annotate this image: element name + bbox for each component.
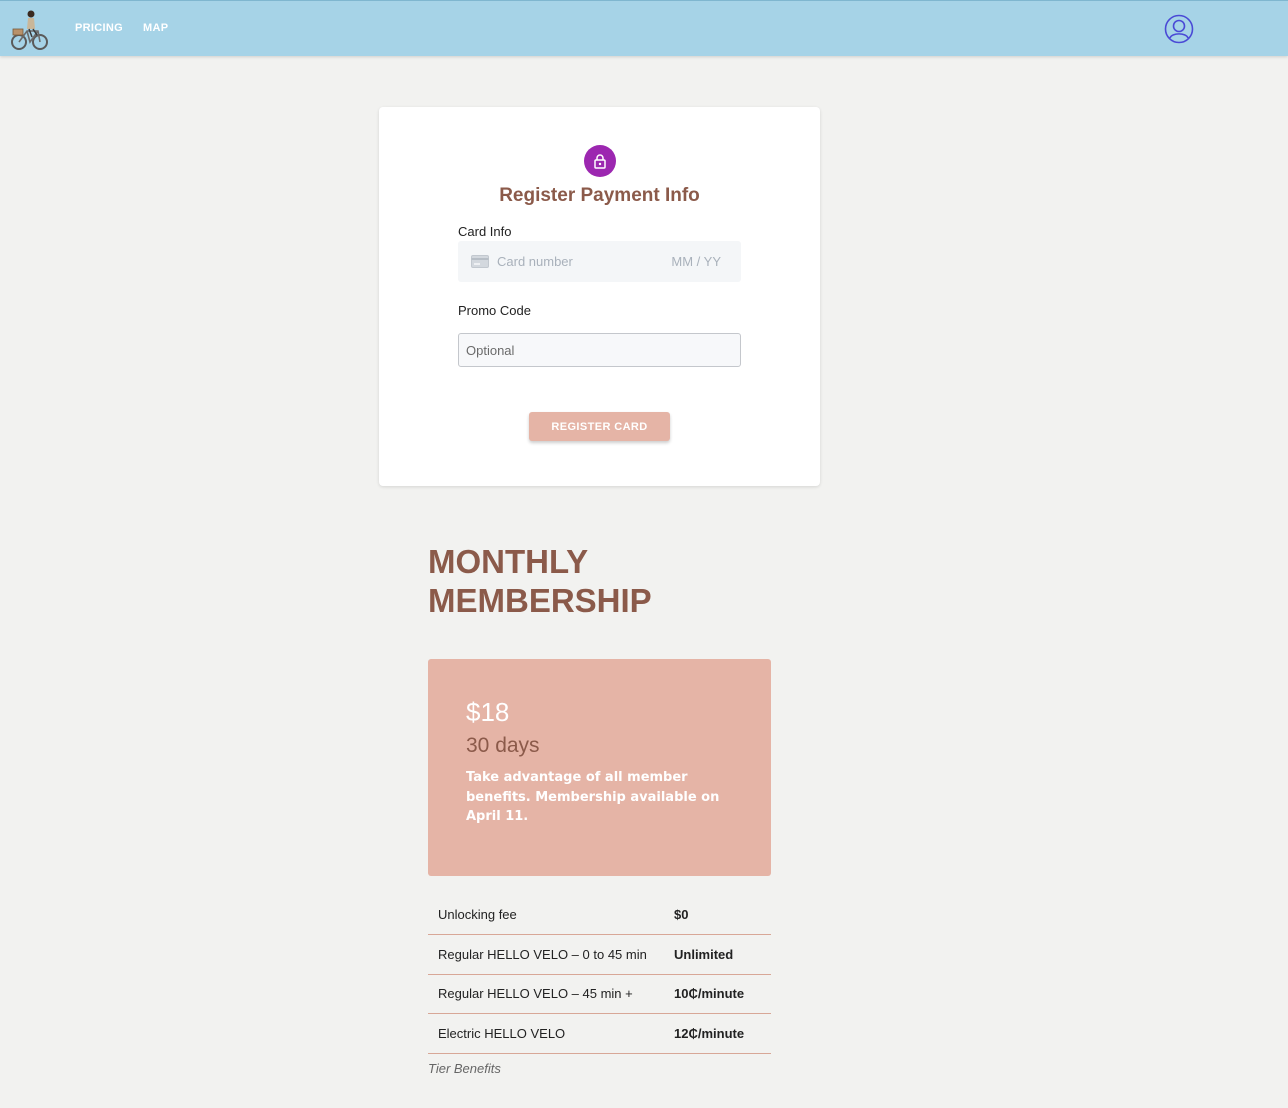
card-info-label: Card Info xyxy=(458,224,512,239)
membership-duration: 30 days xyxy=(466,734,540,757)
benefit-value: $0 xyxy=(674,895,771,935)
membership-price-box: $18 30 days Take advantage of all member… xyxy=(428,659,771,876)
benefit-name: Regular HELLO VELO – 0 to 45 min xyxy=(428,934,674,975)
top-navigation-bar: PRICING MAP xyxy=(0,0,1288,56)
payment-info-card: Register Payment Info Card Info Card num… xyxy=(379,107,820,486)
card-number-field[interactable]: Card number MM / YY xyxy=(458,241,741,282)
benefit-value: 10₵/minute xyxy=(674,974,771,1014)
bike-rider-logo[interactable] xyxy=(10,7,50,51)
promo-code-label: Promo Code xyxy=(458,303,531,318)
promo-code-input[interactable] xyxy=(458,333,741,367)
table-caption: Tier Benefits xyxy=(428,1061,501,1076)
table-row: Regular HELLO VELO – 45 min + 10₵/minute xyxy=(428,974,771,1014)
tier-benefits-table: Unlocking fee $0 Regular HELLO VELO – 0 … xyxy=(428,895,771,1054)
benefit-name: Electric HELLO VELO xyxy=(428,1013,674,1054)
membership-price: $18 xyxy=(466,697,510,727)
card-title: Register Payment Info xyxy=(499,185,700,206)
card-expiry-placeholder[interactable]: MM / YY xyxy=(671,254,721,269)
table-row: Regular HELLO VELO – 0 to 45 min Unlimit… xyxy=(428,934,771,975)
membership-title: MONTHLY MEMBERSHIP xyxy=(428,543,652,619)
benefit-value: Unlimited xyxy=(674,934,771,975)
nav-pricing-link[interactable]: PRICING xyxy=(75,22,123,34)
lock-icon xyxy=(584,145,616,177)
table-row: Electric HELLO VELO 12₵/minute xyxy=(428,1013,771,1054)
table-row: Unlocking fee $0 xyxy=(428,895,771,935)
nav-map-link[interactable]: MAP xyxy=(143,22,168,34)
register-card-button[interactable]: REGISTER CARD xyxy=(529,412,670,441)
user-account-icon[interactable] xyxy=(1164,14,1194,44)
benefit-name: Regular HELLO VELO – 45 min + xyxy=(428,974,674,1014)
benefit-name: Unlocking fee xyxy=(428,895,674,935)
credit-card-icon xyxy=(471,255,489,268)
membership-description: Take advantage of all member benefits. M… xyxy=(466,770,720,824)
benefit-value: 12₵/minute xyxy=(674,1013,771,1054)
card-number-placeholder: Card number xyxy=(497,254,573,269)
